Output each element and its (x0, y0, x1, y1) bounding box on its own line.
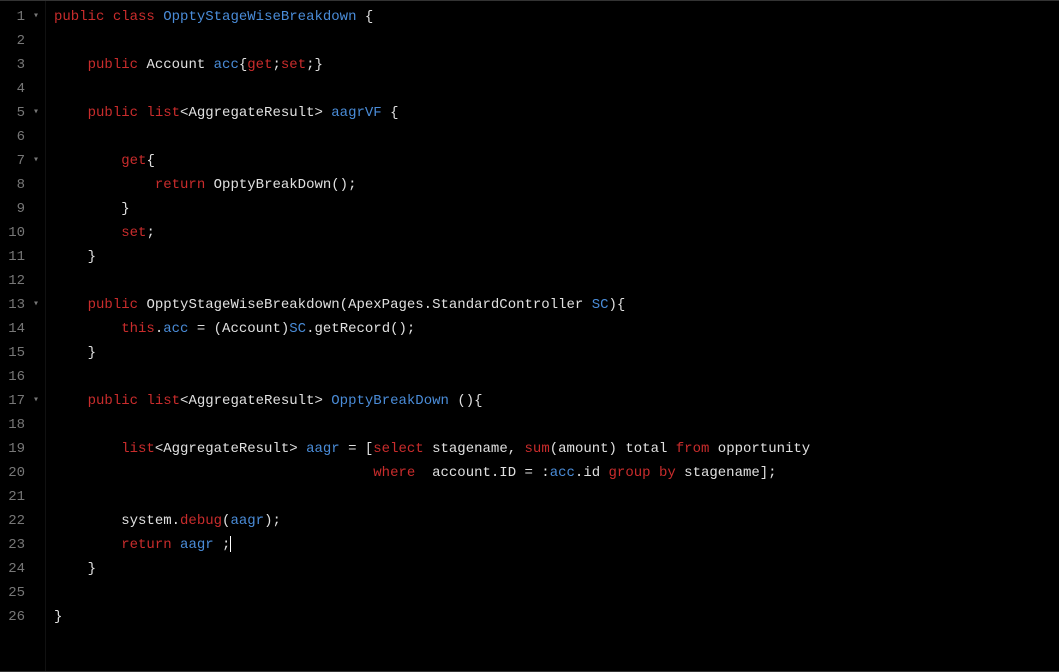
gutter-row: 17▾ (0, 389, 45, 413)
gutter-row: 21 (0, 485, 45, 509)
line-number: 18 (5, 413, 25, 437)
gutter-row: 8 (0, 173, 45, 197)
text-cursor (230, 536, 231, 552)
line-number: 7 (5, 149, 25, 173)
line-number: 16 (5, 365, 25, 389)
gutter-row: 20 (0, 461, 45, 485)
code-line (46, 125, 1059, 149)
code-editor[interactable]: 1▾2345▾67▾8910111213▾14151617▾1819202122… (0, 0, 1059, 672)
fold-icon[interactable]: ▾ (29, 101, 39, 125)
line-number: 21 (5, 485, 25, 509)
line-number: 10 (5, 221, 25, 245)
gutter-row: 26 (0, 605, 45, 629)
code-line: } (46, 197, 1059, 221)
code-line (46, 581, 1059, 605)
gutter-row: 2 (0, 29, 45, 53)
code-line (46, 29, 1059, 53)
line-number: 25 (5, 581, 25, 605)
line-number: 13 (5, 293, 25, 317)
fold-icon[interactable]: ▾ (29, 293, 39, 317)
code-line (46, 269, 1059, 293)
gutter-row: 3 (0, 53, 45, 77)
line-number: 4 (5, 77, 25, 101)
fold-icon[interactable]: ▾ (29, 5, 39, 29)
code-line: public Account acc{get;set;} (46, 53, 1059, 77)
gutter-row: 9 (0, 197, 45, 221)
line-number: 19 (5, 437, 25, 461)
gutter-row: 15 (0, 341, 45, 365)
line-number: 23 (5, 533, 25, 557)
line-number: 22 (5, 509, 25, 533)
line-number: 6 (5, 125, 25, 149)
gutter-row: 14 (0, 317, 45, 341)
gutter-row: 10 (0, 221, 45, 245)
gutter-row: 19 (0, 437, 45, 461)
code-line: } (46, 341, 1059, 365)
gutter-row: 16 (0, 365, 45, 389)
code-line: this.acc = (Account)SC.getRecord(); (46, 317, 1059, 341)
fold-icon[interactable]: ▾ (29, 389, 39, 413)
code-area[interactable]: public class OpptyStageWiseBreakdown { p… (46, 1, 1059, 671)
code-line: set; (46, 221, 1059, 245)
code-line: where account.ID = :acc.id group by stag… (46, 461, 1059, 485)
gutter-row: 18 (0, 413, 45, 437)
code-line (46, 485, 1059, 509)
line-number: 2 (5, 29, 25, 53)
line-number: 11 (5, 245, 25, 269)
code-line: return OpptyBreakDown(); (46, 173, 1059, 197)
code-line: list<AggregateResult> aagr = [select sta… (46, 437, 1059, 461)
gutter-row: 25 (0, 581, 45, 605)
code-line (46, 413, 1059, 437)
line-gutter: 1▾2345▾67▾8910111213▾14151617▾1819202122… (0, 1, 46, 671)
gutter-row: 23 (0, 533, 45, 557)
code-line: public list<AggregateResult> aagrVF { (46, 101, 1059, 125)
gutter-row: 11 (0, 245, 45, 269)
code-line: } (46, 557, 1059, 581)
gutter-row: 22 (0, 509, 45, 533)
line-number: 12 (5, 269, 25, 293)
gutter-row: 13▾ (0, 293, 45, 317)
gutter-row: 24 (0, 557, 45, 581)
line-number: 8 (5, 173, 25, 197)
code-line: } (46, 605, 1059, 629)
code-line (46, 365, 1059, 389)
line-number: 17 (5, 389, 25, 413)
code-line: return aagr ; (46, 533, 1059, 557)
code-line: get{ (46, 149, 1059, 173)
line-number: 5 (5, 101, 25, 125)
line-number: 14 (5, 317, 25, 341)
line-number: 20 (5, 461, 25, 485)
code-line: public class OpptyStageWiseBreakdown { (46, 5, 1059, 29)
code-line: public OpptyStageWiseBreakdown(ApexPages… (46, 293, 1059, 317)
line-number: 26 (5, 605, 25, 629)
line-number: 1 (5, 5, 25, 29)
gutter-row: 12 (0, 269, 45, 293)
line-number: 15 (5, 341, 25, 365)
code-line: public list<AggregateResult> OpptyBreakD… (46, 389, 1059, 413)
fold-icon[interactable]: ▾ (29, 149, 39, 173)
gutter-row: 7▾ (0, 149, 45, 173)
line-number: 24 (5, 557, 25, 581)
code-line (46, 77, 1059, 101)
gutter-row: 4 (0, 77, 45, 101)
line-number: 9 (5, 197, 25, 221)
code-line: } (46, 245, 1059, 269)
gutter-row: 6 (0, 125, 45, 149)
code-line: system.debug(aagr); (46, 509, 1059, 533)
gutter-row: 5▾ (0, 101, 45, 125)
gutter-row: 1▾ (0, 5, 45, 29)
line-number: 3 (5, 53, 25, 77)
